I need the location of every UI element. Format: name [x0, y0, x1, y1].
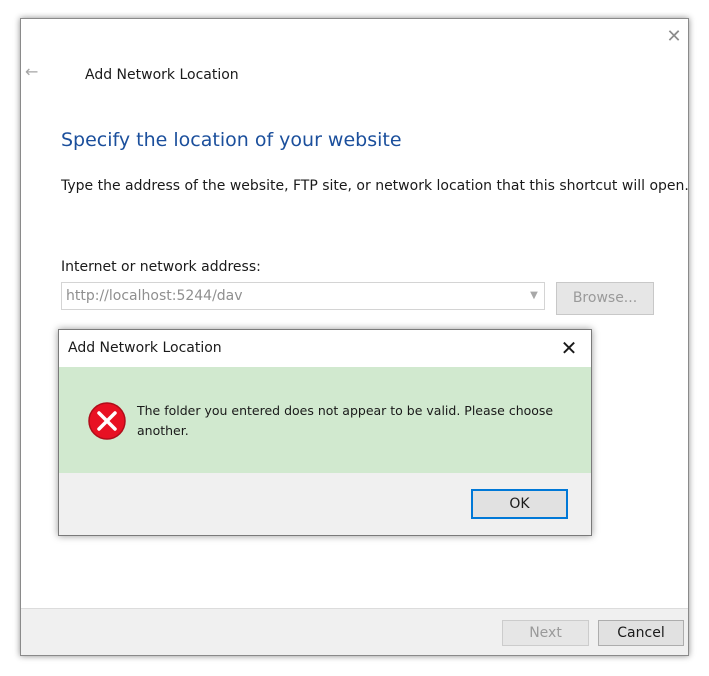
- page-heading: Specify the location of your website: [61, 129, 402, 151]
- dialog-body: The folder you entered does not appear t…: [59, 367, 591, 473]
- browse-button[interactable]: Browse...: [556, 282, 654, 315]
- dialog-footer: OK: [59, 473, 591, 535]
- error-message: The folder you entered does not appear t…: [137, 403, 554, 438]
- error-icon: [88, 402, 126, 440]
- cancel-button[interactable]: Cancel: [598, 620, 684, 646]
- back-arrow-icon[interactable]: ←: [25, 64, 43, 80]
- address-combobox[interactable]: http://localhost:5244/dav ▼: [61, 282, 545, 310]
- next-button[interactable]: Next: [502, 620, 589, 646]
- address-input[interactable]: http://localhost:5244/dav: [66, 288, 243, 304]
- instruction-text: Type the address of the website, FTP sit…: [61, 178, 689, 194]
- address-label: Internet or network address:: [61, 259, 261, 275]
- dialog-title: Add Network Location: [68, 340, 222, 356]
- dialog-close-icon[interactable]: ✕: [559, 338, 579, 358]
- dialog-titlebar: Add Network Location ✕: [59, 330, 591, 367]
- error-dialog: Add Network Location ✕ The folder you en…: [58, 329, 592, 536]
- screen: ✕ ← Add Network Location Specify the loc…: [0, 0, 709, 676]
- wizard-title: Add Network Location: [85, 67, 239, 83]
- wizard-close-icon[interactable]: ✕: [666, 28, 682, 46]
- chevron-down-icon[interactable]: ▼: [528, 289, 540, 303]
- wizard-footer: Next Cancel: [21, 608, 688, 655]
- ok-button[interactable]: OK: [471, 489, 568, 519]
